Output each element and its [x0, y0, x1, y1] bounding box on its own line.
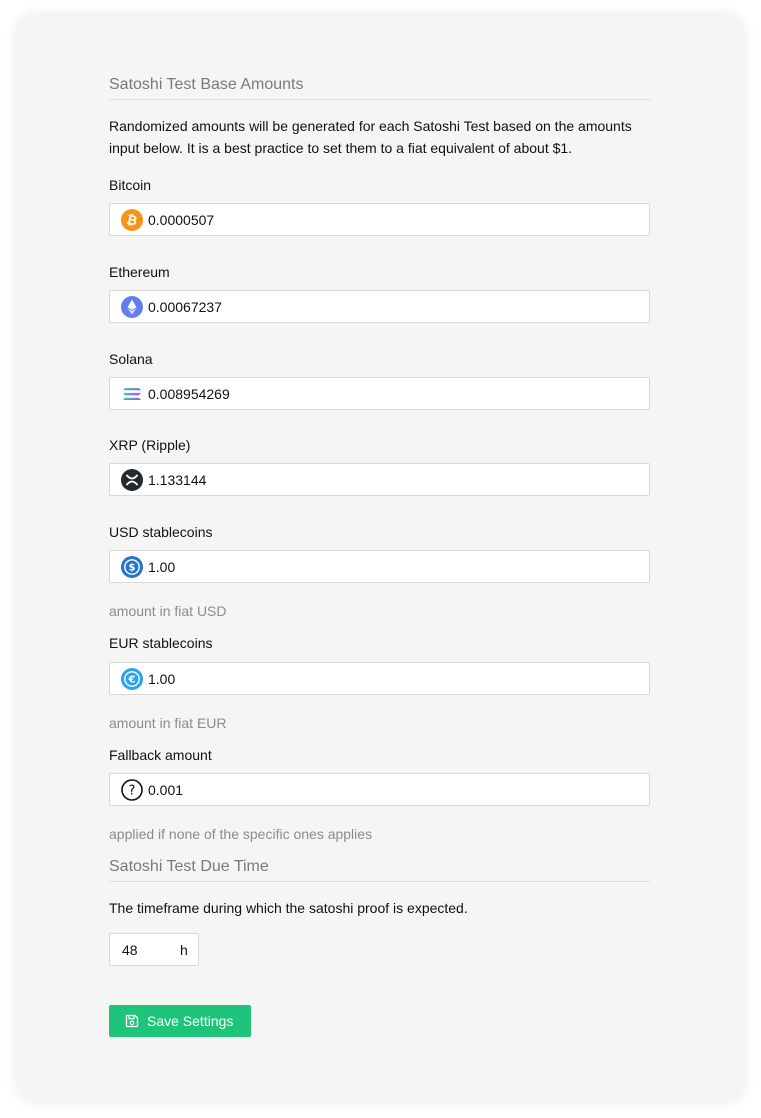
save-icon — [125, 1014, 139, 1028]
bitcoin-field[interactable]: ₿ — [109, 203, 650, 236]
save-settings-button[interactable]: Save Settings — [109, 1005, 251, 1037]
svg-text:€: € — [128, 674, 136, 685]
usd-stablecoins-field[interactable]: $ — [109, 550, 650, 583]
eur-amount-input[interactable] — [148, 670, 628, 687]
svg-text:?: ? — [129, 783, 136, 798]
solana-icon — [121, 383, 143, 405]
solana-label: Solana — [109, 351, 153, 367]
xrp-label: XRP (Ripple) — [109, 437, 191, 453]
settings-card: Satoshi Test Base Amounts Randomized amo… — [18, 16, 743, 1100]
ethereum-amount-input[interactable] — [148, 298, 628, 315]
xrp-field[interactable] — [109, 463, 650, 496]
due-time-input[interactable] — [110, 941, 172, 958]
due-time-description: The timeframe during which the satoshi p… — [109, 900, 468, 916]
save-settings-label: Save Settings — [147, 1013, 234, 1029]
bitcoin-amount-input[interactable] — [148, 211, 628, 228]
xrp-amount-input[interactable] — [148, 471, 628, 488]
bitcoin-label: Bitcoin — [109, 177, 152, 193]
question-circle-icon: ? — [121, 778, 143, 801]
usd-stablecoins-label: USD stablecoins — [109, 524, 213, 540]
usd-amount-input[interactable] — [148, 558, 628, 575]
ethereum-field[interactable] — [109, 290, 650, 323]
fallback-label: Fallback amount — [109, 747, 212, 763]
fallback-field[interactable]: ? — [109, 773, 650, 806]
eur-coin-icon: € — [121, 667, 143, 690]
solana-field[interactable] — [109, 377, 650, 410]
xrp-icon — [121, 468, 143, 491]
base-amounts-description: Randomized amounts will be generated for… — [109, 118, 632, 156]
hours-unit-suffix: h — [180, 941, 188, 958]
usd-coin-icon: $ — [121, 555, 143, 578]
due-time-heading: Satoshi Test Due Time — [109, 858, 650, 882]
fallback-hint: applied if none of the specific ones app… — [109, 826, 373, 842]
base-amounts-heading: Satoshi Test Base Amounts — [109, 76, 650, 100]
ethereum-label: Ethereum — [109, 264, 170, 280]
due-time-field[interactable]: h — [109, 933, 199, 966]
usd-hint: amount in fiat USD — [109, 603, 227, 619]
svg-text:$: $ — [129, 562, 136, 573]
ethereum-icon — [121, 295, 143, 318]
bitcoin-icon: ₿ — [121, 208, 143, 231]
eur-hint: amount in fiat EUR — [109, 715, 227, 731]
solana-amount-input[interactable] — [148, 385, 628, 402]
eur-stablecoins-label: EUR stablecoins — [109, 635, 213, 651]
fallback-amount-input[interactable] — [148, 781, 628, 798]
eur-stablecoins-field[interactable]: € — [109, 662, 650, 695]
